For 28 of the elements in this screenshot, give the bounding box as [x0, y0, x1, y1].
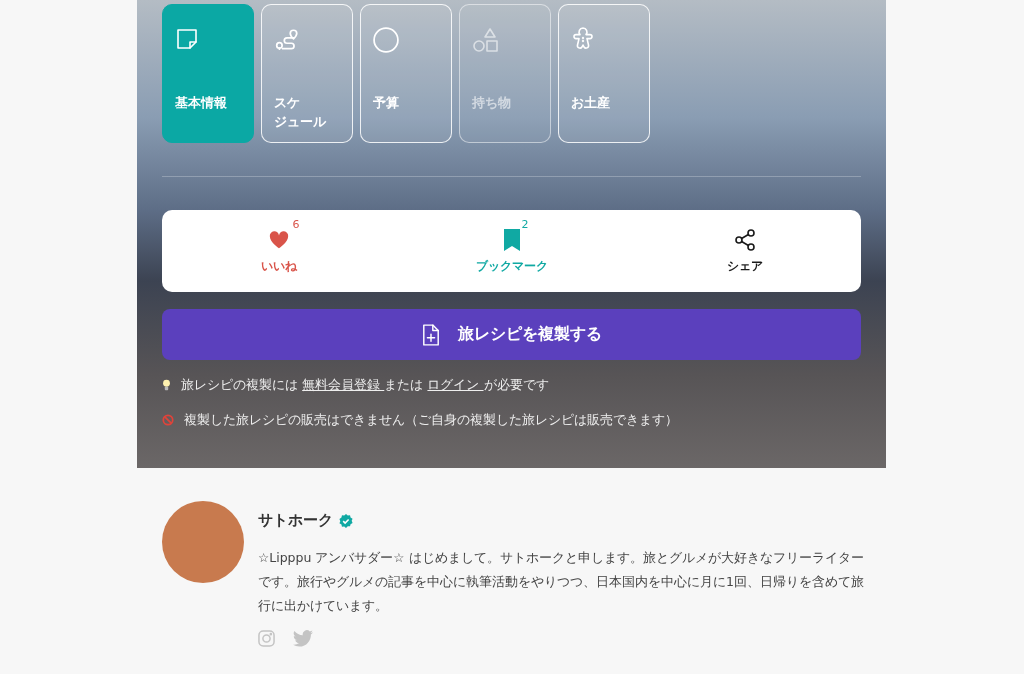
- route-icon: [274, 27, 300, 53]
- note-icon: [175, 27, 199, 51]
- duplicate-button[interactable]: 旅レシピを複製する: [162, 309, 861, 360]
- like-button[interactable]: 6 いいね: [162, 210, 395, 292]
- prohibited-icon: [162, 413, 174, 426]
- gingerbread-icon: [571, 27, 595, 51]
- section-tab[interactable]: 基本情報: [162, 4, 254, 143]
- bookmark-button[interactable]: 2 ブックマーク: [395, 210, 628, 292]
- count-label: 6: [292, 217, 300, 231]
- section-tab[interactable]: スケ ジュール: [261, 4, 353, 143]
- text-link[interactable]: ログイン: [427, 377, 484, 392]
- author-name[interactable]: サトホーク: [258, 511, 333, 530]
- circle-icon: [373, 27, 399, 53]
- bookmark-icon: [503, 228, 520, 251]
- text-link[interactable]: 無料会員登録: [302, 377, 385, 392]
- shapes-icon: [472, 27, 498, 53]
- share-icon: [732, 227, 757, 252]
- section-tab[interactable]: 予算: [360, 4, 452, 143]
- count-label: 2: [521, 217, 529, 231]
- notice-text: 旅レシピの複製には 無料会員登録 または ログイン が必要です: [181, 376, 549, 394]
- share-button[interactable]: シェア: [628, 210, 861, 292]
- notice-text: 複製した旅レシピの販売はできません（ご自身の複製した旅レシピは販売できます）: [184, 411, 678, 429]
- light-bulb-icon: [162, 378, 171, 391]
- bird-icon[interactable]: [293, 630, 313, 647]
- file-plus-icon: [421, 323, 440, 346]
- instagram-icon[interactable]: [258, 630, 275, 647]
- section-tab[interactable]: お土産: [558, 4, 650, 143]
- author-bio: ☆Lipppu アンバサダー☆ はじめまして。サトホークと申します。旅とグルメが大好きなフリーライターです。旅行やグルメの記事を中心に執筆活動をやりつつ、日本国内を中心に月に1回、日帰りを含めて旅行に出かけています。: [258, 549, 864, 615]
